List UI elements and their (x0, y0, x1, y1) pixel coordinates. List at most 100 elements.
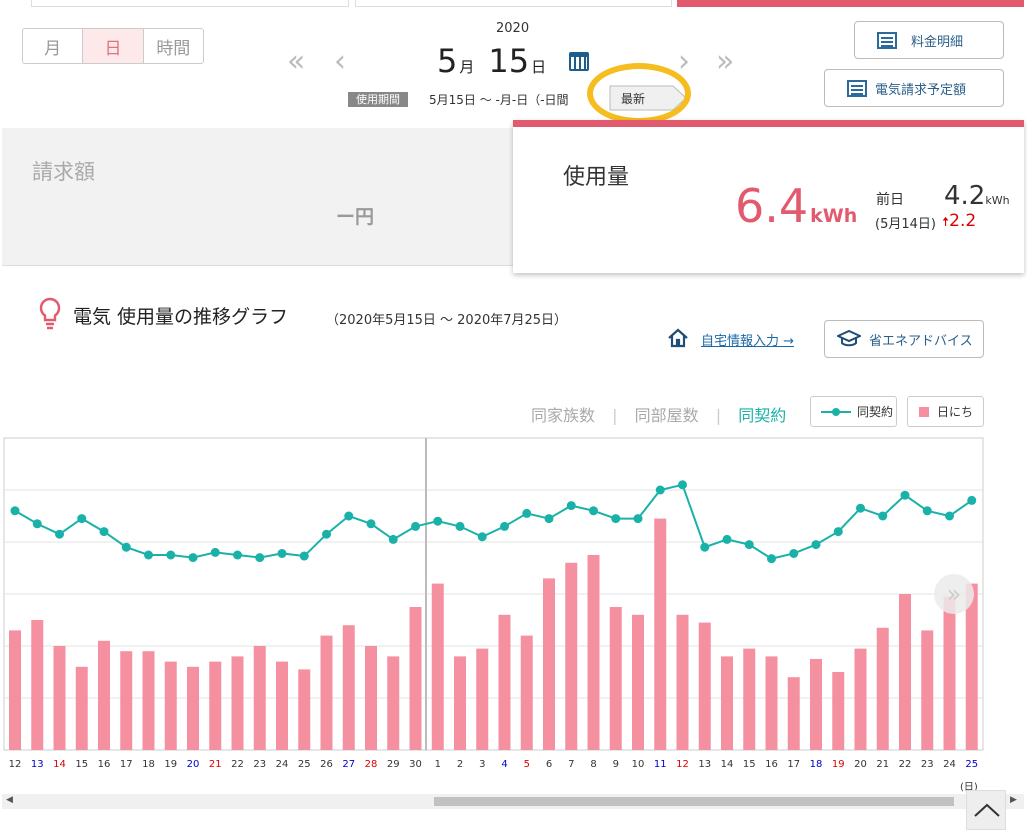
x-tick-label: 17 (787, 759, 800, 770)
prev-value-group: 4.2kWh (944, 181, 1010, 211)
contract-avg-point (878, 511, 888, 521)
x-tick-label: 7 (568, 759, 574, 770)
fee-detail-button[interactable]: 料金明細 (854, 21, 1004, 59)
usage-bar (98, 640, 110, 750)
usage-bar (810, 659, 822, 750)
usage-bar (409, 607, 422, 750)
period-badge: 使用期間 (348, 92, 408, 107)
lightbulb-icon (39, 297, 61, 330)
contract-avg-point (366, 519, 376, 529)
usage-bar (921, 630, 934, 750)
usage-bar (231, 656, 244, 750)
contract-avg-point (455, 521, 465, 531)
x-tick-label: 20 (187, 759, 200, 770)
diff-group: 🠅2.2 (942, 211, 976, 235)
usage-bar (164, 661, 177, 750)
usage-bar (9, 630, 21, 750)
contract-avg-point (856, 503, 865, 513)
prev-day-icon[interactable]: ‹ (334, 44, 346, 79)
usage-bar (743, 648, 756, 750)
scroll-top-button[interactable] (966, 790, 1006, 830)
contract-avg-point (277, 548, 287, 558)
last-page-icon[interactable]: » (716, 44, 734, 79)
contract-avg-point (678, 480, 687, 490)
contract-avg-point (10, 506, 20, 516)
x-tick-label: 12 (676, 759, 689, 770)
scroll-left-arrow-icon[interactable]: ◀ (6, 795, 13, 805)
filter-family[interactable]: 同家族数 (531, 406, 595, 425)
chevron-up-icon (974, 803, 1000, 817)
x-tick-label: 3 (479, 759, 485, 770)
tab-strip-middle[interactable] (355, 0, 672, 7)
calendar-icon[interactable] (569, 52, 589, 71)
x-tick-label: 25 (965, 759, 978, 770)
x-tick-label: 13 (31, 759, 44, 770)
x-tick-label: 18 (142, 759, 155, 770)
x-tick-label: 28 (365, 759, 378, 770)
contract-avg-point (388, 534, 398, 544)
toggle-month[interactable]: 月 (23, 29, 84, 63)
x-tick-label: 21 (876, 759, 889, 770)
tab-strip-active[interactable] (677, 0, 1024, 7)
contract-avg-point (299, 551, 309, 561)
tab-strip-left[interactable] (31, 0, 349, 7)
prev-date: (5月14日) (875, 217, 936, 232)
usage-bar (721, 656, 733, 750)
diff-value: 2.2 (949, 211, 977, 231)
chart-next-button[interactable]: » (934, 574, 974, 614)
toggle-day[interactable]: 日 (83, 29, 144, 63)
legend-bar[interactable]: 日にち (907, 396, 984, 427)
legend-line[interactable]: 同契約 (810, 396, 897, 427)
contract-avg-point (633, 514, 643, 524)
year-label: 2020 (496, 21, 530, 36)
x-tick-label: 23 (921, 759, 934, 770)
contract-avg-point (789, 548, 799, 558)
x-tick-label: 8 (590, 759, 596, 770)
contract-avg-point (77, 514, 87, 524)
x-tick-label: 15 (75, 759, 88, 770)
usage-bar (342, 625, 355, 750)
x-tick-label: 29 (387, 759, 400, 770)
contract-avg-point (344, 511, 354, 521)
contract-avg-point (744, 540, 754, 550)
usage-bar (142, 651, 155, 750)
eco-advice-button[interactable]: 省エネアドバイス (824, 320, 984, 358)
contract-avg-point (722, 534, 732, 544)
contract-avg-point (811, 540, 821, 550)
filter-divider: | (715, 406, 722, 425)
legend-line-label: 同契約 (857, 405, 894, 419)
filter-divider: | (612, 406, 618, 425)
contract-avg-point (611, 514, 621, 524)
prev-value: 4.2 (944, 181, 986, 211)
usage-bar (854, 648, 867, 750)
horizontal-scrollbar[interactable]: ◀ ▶ (2, 794, 1024, 809)
toggle-hour[interactable]: 時間 (144, 29, 203, 63)
eco-advice-label: 省エネアドバイス (869, 333, 973, 349)
first-page-icon[interactable]: « (287, 44, 305, 79)
x-tick-label: 15 (743, 759, 756, 770)
month-unit: 月 (459, 58, 475, 76)
contract-avg-point (121, 542, 131, 552)
x-tick-label: 26 (320, 759, 333, 770)
home-info-link[interactable]: 自宅情報入力 → (701, 330, 794, 349)
usage-bar (943, 596, 956, 750)
scroll-right-arrow-icon[interactable]: ▶ (1010, 795, 1017, 805)
usage-bar (187, 666, 199, 750)
scrollbar-thumb[interactable] (434, 797, 954, 806)
x-tick-label: 16 (98, 759, 111, 770)
x-tick-label: 5 (524, 759, 530, 770)
x-tick-label: 27 (342, 759, 355, 770)
usage-value-group: 6.4 kWh (735, 179, 857, 233)
contract-avg-point (900, 490, 910, 500)
bill-forecast-button[interactable]: 電気請求予定額 (824, 69, 1004, 107)
usage-bar (209, 661, 222, 750)
filter-contract[interactable]: 同契約 (738, 406, 786, 425)
usage-bar (787, 677, 800, 750)
billing-amount: ー円 (336, 206, 375, 228)
filter-rooms[interactable]: 同部屋数 (635, 406, 699, 425)
usage-bar (587, 555, 600, 750)
usage-bar (31, 620, 44, 750)
x-tick-label: 9 (613, 759, 619, 770)
usage-bar (543, 578, 555, 750)
contract-avg-point (967, 495, 977, 505)
